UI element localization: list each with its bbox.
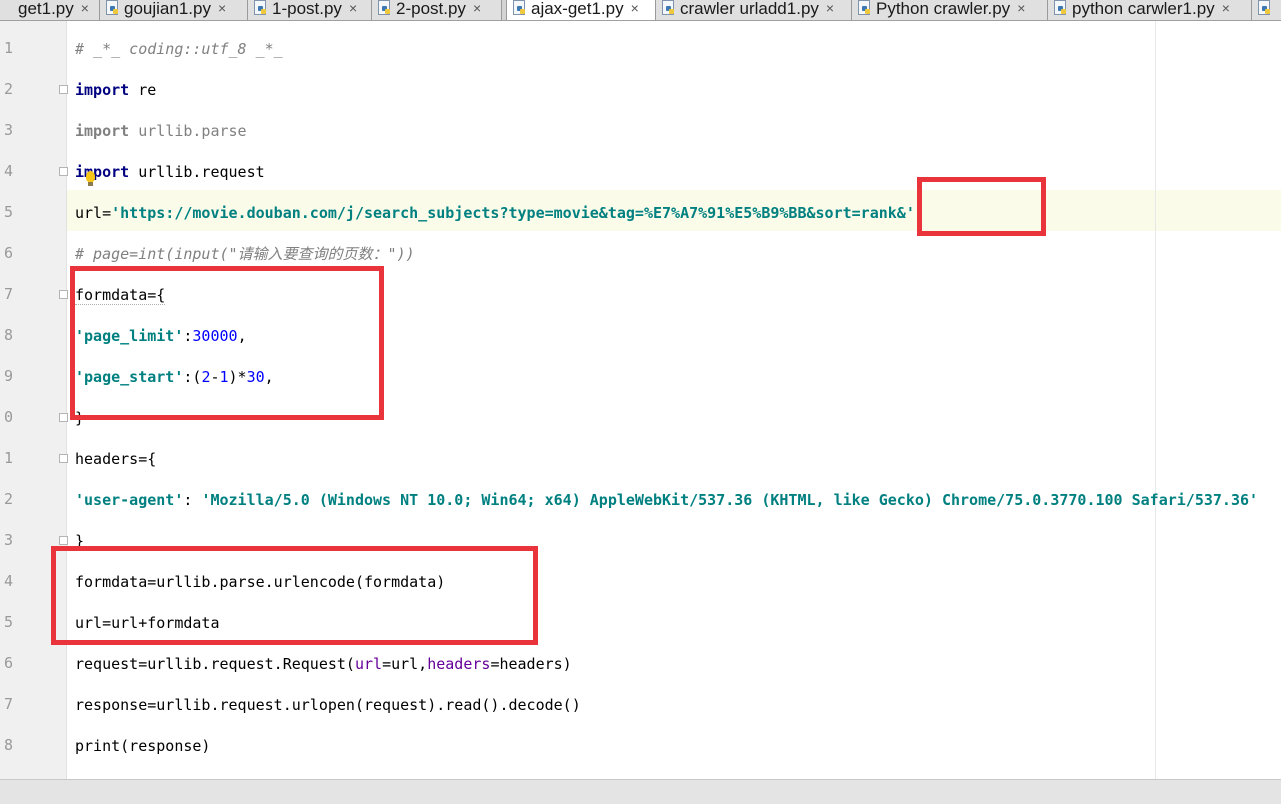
line-number: 3 xyxy=(4,531,14,549)
line-number: 8 xyxy=(4,736,14,754)
code-line-5[interactable]: url='https://movie.douban.com/j/search_s… xyxy=(75,203,915,223)
line-number: 0 xyxy=(4,408,14,426)
string-literal: 'https://movie.douban.com/j/search_subje… xyxy=(111,204,915,222)
tab-overflow[interactable] xyxy=(1252,0,1281,20)
close-icon[interactable]: × xyxy=(218,0,226,16)
comment-text: # page=int(input("请输入要查询的页数：")) xyxy=(75,245,415,263)
tab-2-post[interactable]: 2-post.py × xyxy=(372,0,502,20)
line-number: 8 xyxy=(4,326,14,344)
code-text: =url, xyxy=(382,655,428,673)
tab-goujian1[interactable]: goujian1.py × xyxy=(100,0,248,20)
tab-1-post[interactable]: 1-post.py × xyxy=(248,0,372,20)
python-file-icon xyxy=(378,0,392,16)
fold-marker-icon[interactable] xyxy=(59,536,68,545)
close-icon[interactable]: × xyxy=(473,0,481,16)
close-icon[interactable]: × xyxy=(1017,0,1025,16)
tab-label: crawler urladd1.py xyxy=(680,0,819,18)
string-literal: 'Mozilla/5.0 (Windows NT 10.0; Win64; x6… xyxy=(201,491,1259,509)
close-icon[interactable]: × xyxy=(81,0,89,16)
tab-label: 2-post.py xyxy=(396,0,466,18)
tab-label: Python crawler.py xyxy=(876,0,1011,18)
line-number: 1 xyxy=(4,39,14,57)
code-text: response=urllib.request.urlopen(request)… xyxy=(75,696,581,714)
status-bar xyxy=(0,779,1281,804)
line-number: 2 xyxy=(4,80,14,98)
code-text: urllib.parse xyxy=(129,122,247,140)
code-text: re xyxy=(129,81,157,99)
tab-label: get1.py xyxy=(18,0,74,18)
tab-label: python carwler1.py xyxy=(1072,0,1215,18)
line-number: 4 xyxy=(4,162,14,180)
code-line-2[interactable]: import re xyxy=(75,80,156,100)
keyword: import xyxy=(75,122,130,140)
code-text: =headers) xyxy=(490,655,572,673)
code-text: url= xyxy=(75,204,112,222)
line-number: 6 xyxy=(4,654,14,672)
tab-get1[interactable]: get1.py × xyxy=(0,0,100,20)
code-line-4[interactable]: import urllib.request xyxy=(75,162,265,182)
keyword: import xyxy=(75,81,130,99)
tab-label: 1-post.py xyxy=(272,0,342,18)
line-number: 7 xyxy=(4,285,14,303)
tab-python-crawler[interactable]: Python crawler.py × xyxy=(852,0,1048,20)
annotation-box-urlencode xyxy=(51,546,538,645)
code-line-3[interactable]: import urllib.parse xyxy=(75,121,247,141)
fold-marker-icon[interactable] xyxy=(59,85,68,94)
annotation-box-url-param xyxy=(917,177,1046,236)
keyword-argument: url xyxy=(354,655,383,673)
python-file-icon xyxy=(106,0,120,16)
python-file-icon xyxy=(1054,0,1068,16)
line-number: 1 xyxy=(4,449,14,467)
close-icon[interactable]: × xyxy=(826,0,834,16)
tab-python-carwler1[interactable]: python carwler1.py × xyxy=(1048,0,1252,20)
annotation-box-formdata xyxy=(70,266,384,420)
code-line-12[interactable]: 'user-agent': 'Mozilla/5.0 (Windows NT 1… xyxy=(75,490,1258,510)
keyword-argument: headers xyxy=(427,655,491,673)
code-text: : xyxy=(183,491,202,509)
line-number: 2 xyxy=(4,490,14,508)
code-line-16[interactable]: request=urllib.request.Request(url=url,h… xyxy=(75,654,572,674)
line-number: 5 xyxy=(4,203,14,221)
tab-ajax-get1[interactable]: ajax-get1.py × xyxy=(506,0,656,20)
python-file-icon xyxy=(1258,0,1272,16)
code-line-1[interactable]: # _*_ coding::utf_8 _*_ xyxy=(75,39,283,59)
fold-marker-icon[interactable] xyxy=(59,454,68,463)
tab-crawler-urladd1[interactable]: crawler urladd1.py × xyxy=(656,0,852,20)
line-number: 3 xyxy=(4,121,14,139)
close-icon[interactable]: × xyxy=(631,0,639,16)
line-number: 4 xyxy=(4,572,14,590)
python-file-icon xyxy=(662,0,676,16)
tab-label: ajax-get1.py xyxy=(531,0,624,18)
code-text: request=urllib.request.Request( xyxy=(75,655,355,673)
fold-marker-icon[interactable] xyxy=(59,290,68,299)
code-text: print(response) xyxy=(75,737,211,755)
python-file-icon xyxy=(513,0,527,16)
line-number: 5 xyxy=(4,613,14,631)
line-number: 6 xyxy=(4,244,14,262)
close-icon[interactable]: × xyxy=(349,0,357,16)
lightbulb-icon[interactable] xyxy=(86,171,95,186)
code-line-18[interactable]: print(response) xyxy=(75,736,210,756)
comment-text: # _*_ coding::utf_8 _*_ xyxy=(75,40,283,58)
code-text: headers={ xyxy=(75,450,157,468)
tab-label: goujian1.py xyxy=(124,0,211,18)
fold-marker-icon[interactable] xyxy=(59,167,68,176)
string-literal: 'user-agent' xyxy=(75,491,184,509)
code-text: urllib.request xyxy=(129,163,265,181)
fold-marker-icon[interactable] xyxy=(59,413,68,422)
keyword: import xyxy=(75,163,130,181)
code-line-6[interactable]: # page=int(input("请输入要查询的页数：")) xyxy=(75,244,415,264)
right-margin-guide xyxy=(1155,21,1156,779)
close-icon[interactable]: × xyxy=(1222,0,1230,16)
editor-tab-bar: get1.py × goujian1.py × 1-post.py × 2-po… xyxy=(0,0,1281,21)
python-file-icon xyxy=(858,0,872,16)
line-number: 9 xyxy=(4,367,14,385)
line-number: 7 xyxy=(4,695,14,713)
code-line-11[interactable]: headers={ xyxy=(75,449,156,469)
python-file-icon xyxy=(254,0,268,16)
code-line-17[interactable]: response=urllib.request.urlopen(request)… xyxy=(75,695,581,715)
